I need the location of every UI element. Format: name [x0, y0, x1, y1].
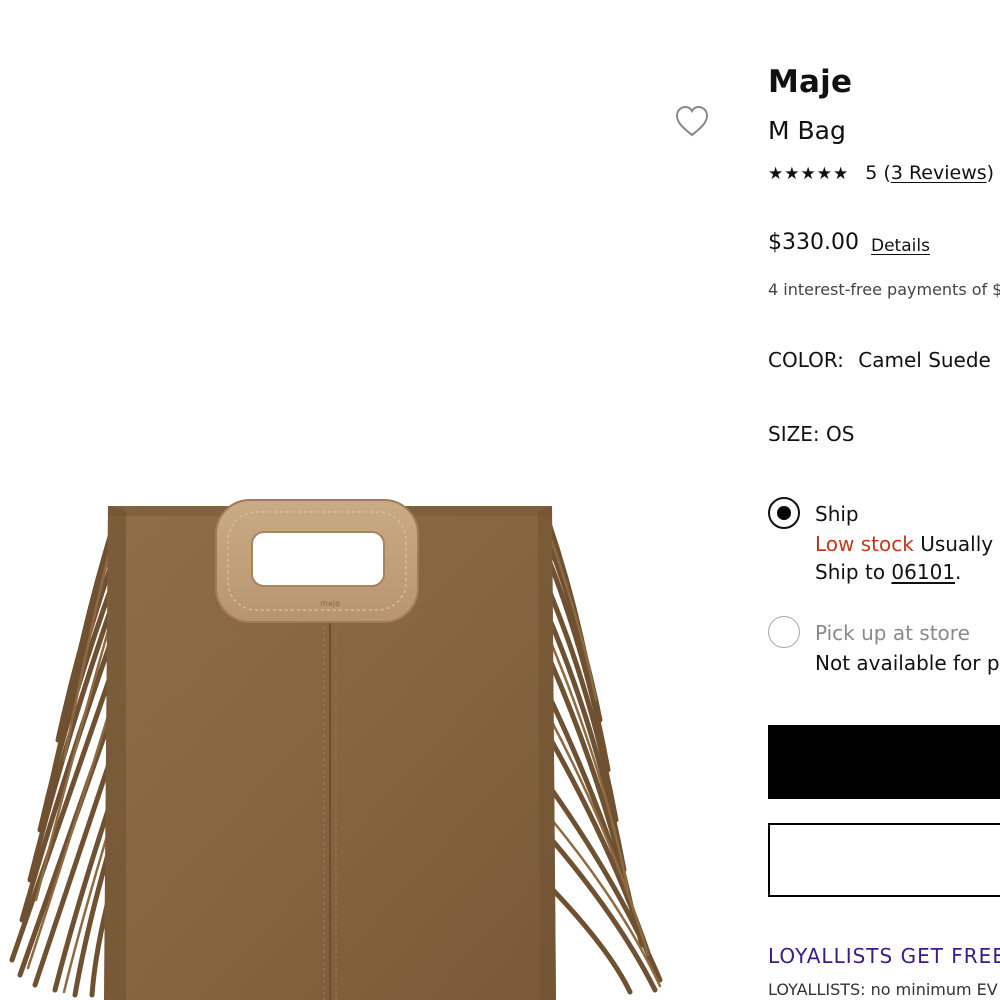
- reviews-open-paren: (: [883, 162, 891, 184]
- loyalty-heading: LOYALLISTS GET FREE: [768, 944, 1000, 968]
- pickup-option-label[interactable]: Pick up at store: [815, 621, 970, 645]
- product-title: M Bag: [768, 116, 846, 145]
- bag-illustration: maje: [9, 499, 663, 1000]
- reviews-close-paren: ): [986, 162, 995, 184]
- svg-text:maje: maje: [320, 599, 340, 608]
- add-to-bag-button[interactable]: [768, 725, 1000, 799]
- size-label: SIZE:: [768, 422, 820, 446]
- price-details-link[interactable]: Details: [871, 236, 930, 256]
- stock-note: Usually le: [920, 532, 1000, 556]
- rating-score: 5: [865, 162, 878, 184]
- ship-option-label[interactable]: Ship: [815, 502, 859, 526]
- brand-name[interactable]: Maje: [768, 64, 852, 100]
- reviews-link[interactable]: 3 Reviews: [891, 162, 987, 184]
- pickup-radio[interactable]: [768, 616, 800, 648]
- size-selector: SIZE: OS: [768, 422, 854, 446]
- rating-stars-icon: ★★★★★: [768, 164, 850, 184]
- handle-cutout: [251, 531, 385, 587]
- color-label: COLOR:: [768, 348, 844, 372]
- secondary-action-button[interactable]: [768, 823, 1000, 897]
- product-rating: ★★★★★ 5 (3 Reviews): [768, 162, 994, 184]
- color-value: Camel Suede: [858, 348, 991, 372]
- pickup-status: Not available for pic: [815, 651, 1000, 675]
- size-value: OS: [826, 422, 855, 446]
- low-stock-text: Low stock: [815, 532, 914, 556]
- installments-text: 4 interest-free payments of $: [768, 280, 1000, 299]
- ship-radio[interactable]: [768, 497, 800, 529]
- right-fringe: [545, 517, 663, 995]
- ship-stock-status: Low stock Usually le: [815, 532, 1000, 556]
- ship-to-prefix: Ship to: [815, 560, 886, 584]
- loyalty-subtext: LOYALLISTS: no minimum EV: [768, 980, 998, 999]
- ship-to-line: Ship to 06101.: [815, 560, 961, 584]
- product-price: $330.00: [768, 230, 859, 255]
- left-fringe: [9, 527, 122, 998]
- ship-zip-link[interactable]: 06101: [891, 560, 955, 584]
- wishlist-heart-icon[interactable]: [674, 104, 710, 138]
- product-page: maje Maje M Bag ★★★★★ 5 (3 Reviews) $330…: [0, 0, 1000, 1000]
- product-image[interactable]: maje: [0, 0, 720, 1000]
- ship-to-suffix: .: [955, 560, 962, 584]
- color-selector: COLOR: Camel Suede: [768, 348, 991, 372]
